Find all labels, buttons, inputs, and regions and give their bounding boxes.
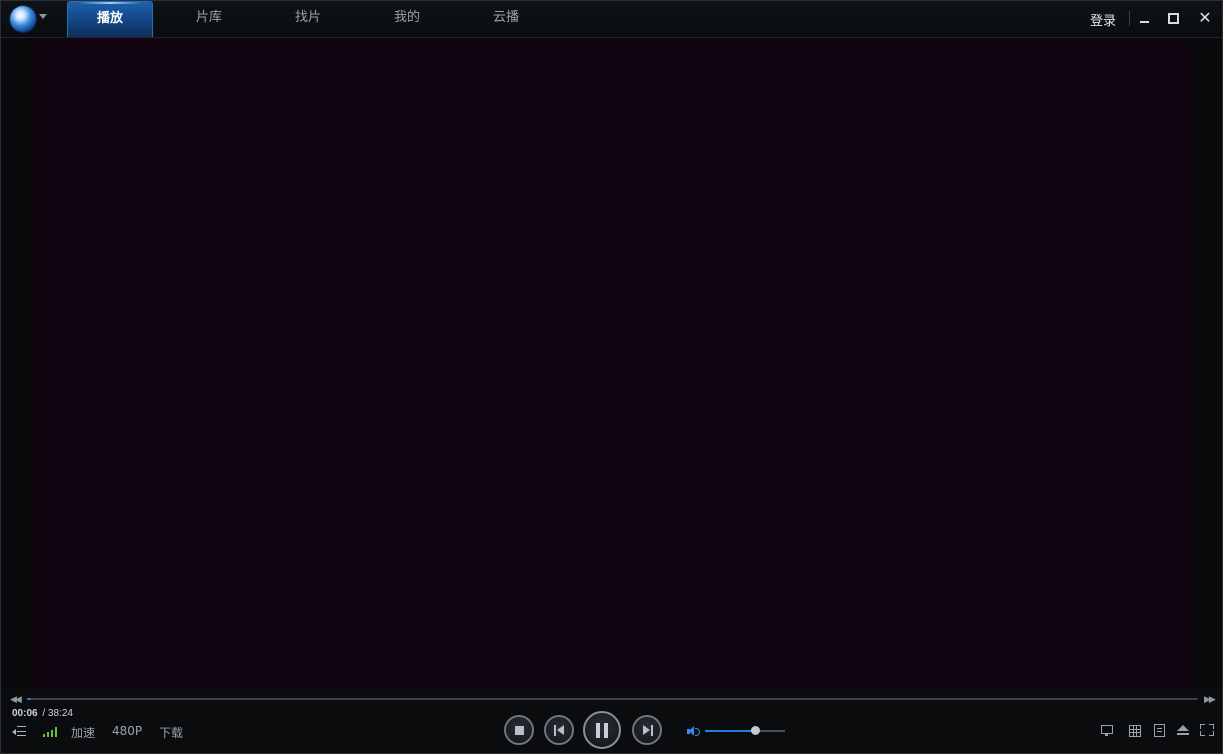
- tab-find[interactable]: 找片: [265, 1, 351, 37]
- progress-row: ◀◀ ▶▶: [1, 692, 1222, 706]
- menu-dropdown-arrow-icon[interactable]: [39, 14, 47, 19]
- close-icon: ✕: [1198, 8, 1212, 27]
- player-window: 播放 片库 找片 我的 云播 登录 ✕ ◀◀ ▶▶ 00:06 / 38:24: [0, 0, 1223, 754]
- login-button[interactable]: 登录: [1090, 10, 1116, 29]
- progress-track[interactable]: [27, 698, 1198, 700]
- pause-button[interactable]: [583, 711, 621, 749]
- tab-library[interactable]: 片库: [166, 1, 252, 37]
- fullscreen-icon[interactable]: [1200, 724, 1214, 737]
- maximize-icon: [1168, 13, 1179, 24]
- title-bar: 播放 片库 找片 我的 云播 登录 ✕: [1, 1, 1222, 38]
- stop-icon: [515, 726, 524, 735]
- stop-button[interactable]: [504, 715, 534, 745]
- quality-button[interactable]: 480P: [112, 724, 142, 738]
- previous-button[interactable]: [544, 715, 574, 745]
- playlist-icon[interactable]: [12, 726, 26, 737]
- display-mode-icon[interactable]: [1100, 724, 1114, 737]
- tab-mine[interactable]: 我的: [364, 1, 450, 37]
- previous-icon: [554, 725, 556, 736]
- video-canvas[interactable]: [34, 38, 1188, 688]
- tab-play[interactable]: 播放: [67, 1, 153, 37]
- main-nav: 播放 片库 找片 我的 云播: [67, 1, 562, 37]
- next-button[interactable]: [632, 715, 662, 745]
- control-bar: 加速 480P 下载: [1, 711, 1222, 753]
- maximize-button[interactable]: [1162, 7, 1184, 29]
- close-button[interactable]: ✕: [1194, 7, 1216, 29]
- eject-icon[interactable]: [1176, 724, 1190, 737]
- volume-slider[interactable]: [705, 726, 785, 735]
- next-icon: [643, 725, 650, 735]
- pause-icon: [596, 723, 600, 738]
- volume-knob[interactable]: [750, 726, 760, 735]
- subtitle-document-icon[interactable]: [1152, 724, 1166, 737]
- accelerate-button[interactable]: 加速: [71, 724, 95, 741]
- signal-strength-icon: [43, 727, 59, 737]
- tab-cloud-play[interactable]: 云播: [463, 1, 549, 37]
- volume-fill: [705, 730, 755, 732]
- progress-fill: [27, 698, 31, 700]
- seek-forward-icon[interactable]: ▶▶: [1204, 695, 1216, 705]
- screenshot-grid-icon[interactable]: [1128, 724, 1142, 737]
- seek-backward-icon[interactable]: ◀◀: [10, 695, 22, 705]
- title-separator: [1129, 11, 1130, 26]
- minimize-button[interactable]: [1134, 7, 1156, 29]
- download-button[interactable]: 下载: [159, 724, 183, 741]
- volume-icon[interactable]: [687, 725, 701, 737]
- minimize-icon: [1140, 21, 1149, 23]
- app-logo-icon[interactable]: [10, 6, 36, 32]
- video-area[interactable]: [1, 38, 1222, 690]
